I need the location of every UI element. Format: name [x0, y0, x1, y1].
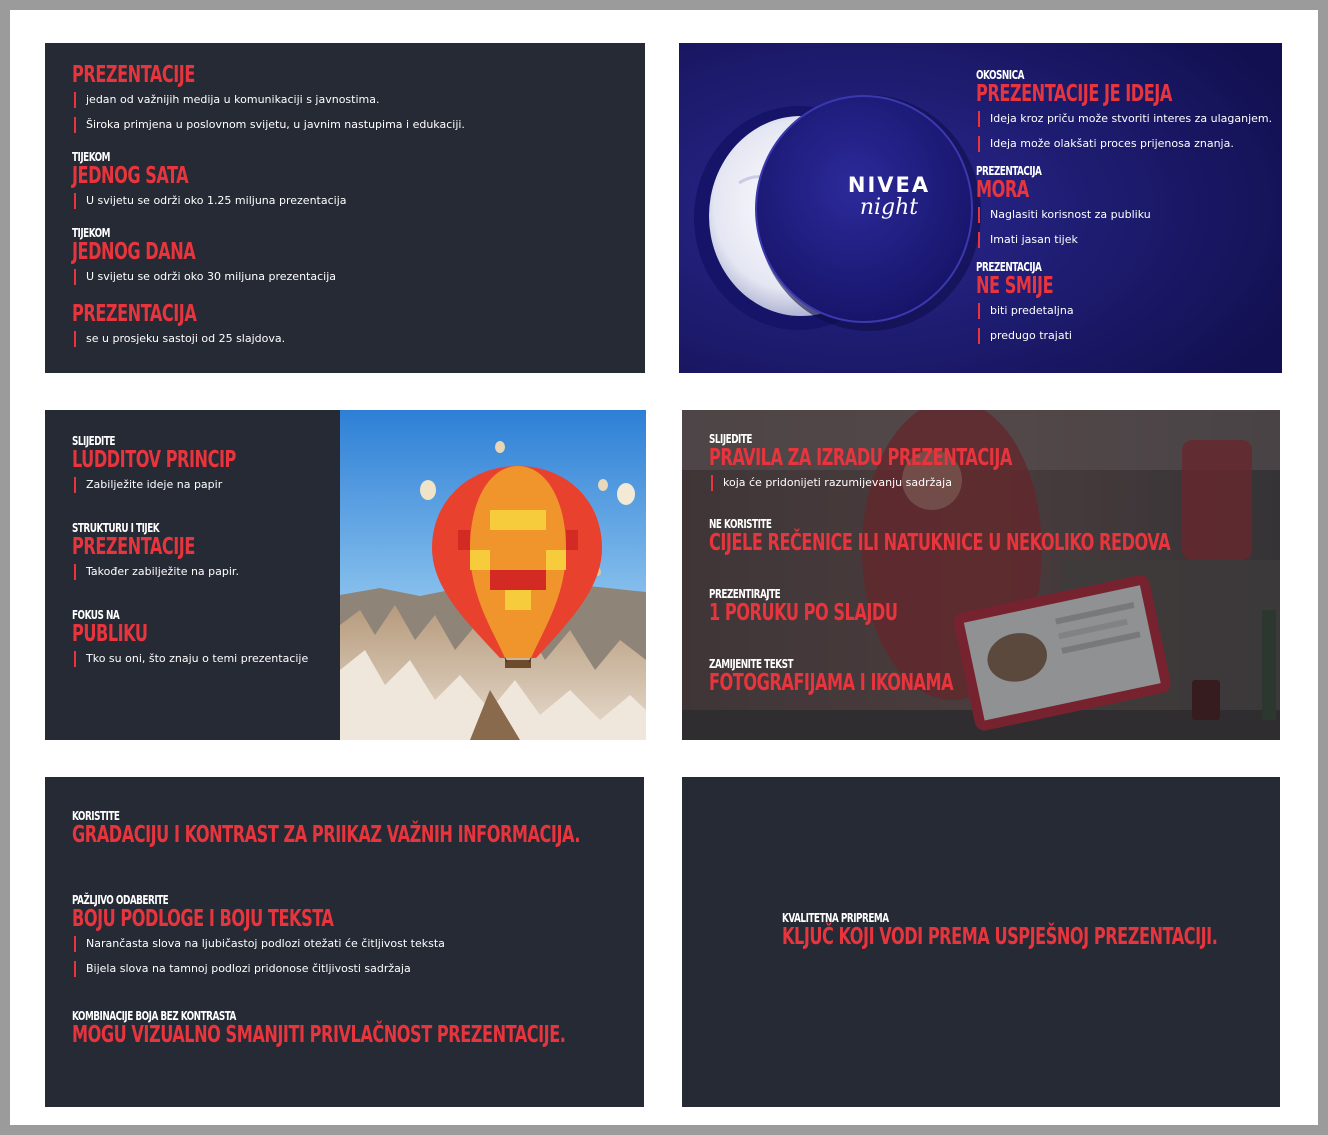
bullet: se u prosjeku sastoji od 25 slajdova.	[74, 331, 635, 347]
eyebrow: SLIJEDITE	[72, 434, 115, 448]
text-group: SLIJEDITE PRAVILA ZA IZRADU PREZENTACIJA…	[709, 432, 1270, 491]
text-group: TIJEKOM JEDNOG DANA U svijetu se održi o…	[72, 226, 635, 285]
bullet: Također zabilježite na papir.	[74, 564, 336, 580]
text-group: PREZENTACIJE jedan od važnijih medija u …	[72, 63, 635, 133]
bullet: Ideja kroz priču može stvoriti interes z…	[978, 111, 1272, 127]
heading: PREZENTACIJE JE IDEJA	[976, 81, 1172, 107]
text-group: KORISTITE GRADACIJU I KONTRAST ZA PRIIKA…	[72, 809, 634, 847]
slide-2[interactable]: NIVEA night OKOSNICA PREZENTACIJE JE IDE…	[679, 43, 1282, 373]
eyebrow: STRUKTURU I TIJEK	[72, 521, 160, 535]
text-group: PREZENTACIJA NE SMIJE biti predetaljna p…	[976, 260, 1272, 344]
text-group: TIJEKOM JEDNOG SATA U svijetu se održi o…	[72, 150, 635, 209]
heading: PUBLIKU	[72, 621, 148, 647]
heading: 1 PORUKU PO SLAJDU	[709, 600, 898, 626]
heading: PREZENTACIJE	[72, 534, 195, 560]
bullet: Zabilježite ideje na papir	[74, 477, 336, 493]
bullet: Tko su oni, što znaju o temi prezentacij…	[74, 651, 336, 667]
eyebrow: PAŽLJIVO ODABERITE	[72, 893, 169, 907]
bullet: U svijetu se održi oko 30 miljuna prezen…	[74, 269, 635, 285]
slide-2-content: OKOSNICA PREZENTACIJE JE IDEJA Ideja kro…	[976, 68, 1272, 361]
heading: NE SMIJE	[976, 273, 1054, 299]
slide-1-content: PREZENTACIJE jedan od važnijih medija u …	[72, 63, 635, 364]
bullet: biti predetaljna	[978, 303, 1272, 319]
heading: LUDDITOV PRINCIP	[72, 447, 236, 473]
eyebrow: FOKUS NA	[72, 608, 120, 622]
text-group: KOMBINACIJE BOJA BEZ KONTRASTA MOGU VIZU…	[72, 1009, 634, 1047]
slide-4-content: SLIJEDITE PRAVILA ZA IZRADU PREZENTACIJA…	[709, 432, 1270, 712]
heading: JEDNOG DANA	[72, 239, 196, 265]
nivea-brand: NIVEA	[847, 173, 931, 197]
heading: JEDNOG SATA	[72, 163, 189, 189]
bullet: predugo trajati	[978, 328, 1272, 344]
bullet: U svijetu se održi oko 1.25 miljuna prez…	[74, 193, 635, 209]
eyebrow: KORISTITE	[72, 809, 120, 823]
text-group: ZAMIJENITE TEKST FOTOGRAFIJAMA I IKONAMA	[709, 657, 1270, 695]
text-group: SLIJEDITE LUDDITOV PRINCIP Zabilježite i…	[72, 434, 336, 493]
bullet: jedan od važnijih medija u komunikaciji …	[74, 92, 635, 108]
slide-sheet: PREZENTACIJE jedan od važnijih medija u …	[10, 10, 1318, 1125]
heading: BOJU PODLOGE I BOJU TEKSTA	[72, 906, 334, 932]
bullet: koja će pridonijeti razumijevanju sadrža…	[711, 475, 1270, 491]
nivea-logo: NIVEA night	[834, 173, 944, 220]
bullet: Bijela slova na tamnoj podlozi pridonose…	[74, 961, 634, 977]
slide-4[interactable]: SLIJEDITE PRAVILA ZA IZRADU PREZENTACIJA…	[682, 410, 1280, 740]
bullet: Imati jasan tijek	[978, 232, 1272, 248]
slide-1[interactable]: PREZENTACIJE jedan od važnijih medija u …	[45, 43, 645, 373]
heading: GRADACIJU I KONTRAST ZA PRIIKAZ VAŽNIH I…	[72, 822, 581, 848]
heading: PREZENTACIJA	[72, 301, 197, 327]
slide-5-content: KORISTITE GRADACIJU I KONTRAST ZA PRIIKA…	[72, 809, 634, 1064]
eyebrow: TIJEKOM	[72, 150, 110, 164]
heading: MOGU VIZUALNO SMANJITI PRIVLAČNOST PREZE…	[72, 1022, 566, 1048]
eyebrow: KVALITETNA PRIPREMA	[782, 911, 889, 925]
slide-3-content: SLIJEDITE LUDDITOV PRINCIP Zabilježite i…	[72, 434, 336, 684]
text-group: PREZENTIRAJTE 1 PORUKU PO SLAJDU	[709, 587, 1270, 625]
eyebrow: PREZENTACIJA	[976, 164, 1042, 178]
text-group: FOKUS NA PUBLIKU Tko su oni, što znaju o…	[72, 608, 336, 667]
eyebrow: KOMBINACIJE BOJA BEZ KONTRASTA	[72, 1009, 236, 1023]
eyebrow: PREZENTIRAJTE	[709, 587, 781, 601]
heading: CIJELE REČENICE ILI NATUKNICE U NEKOLIKO…	[709, 530, 1171, 556]
slide-6[interactable]: KVALITETNA PRIPREMA KLJUČ KOJI VODI PREM…	[682, 777, 1280, 1107]
bullet: Ideja može olakšati proces prijenosa zna…	[978, 136, 1272, 152]
text-group: STRUKTURU I TIJEK PREZENTACIJE Također z…	[72, 521, 336, 580]
eyebrow: NE KORISTITE	[709, 517, 772, 531]
hot-air-balloon-photo	[340, 410, 646, 740]
text-group: KVALITETNA PRIPREMA KLJUČ KOJI VODI PREM…	[782, 911, 1270, 949]
text-group: PREZENTACIJA se u prosjeku sastoji od 25…	[72, 302, 635, 347]
heading: FOTOGRAFIJAMA I IKONAMA	[709, 670, 954, 696]
text-group: PAŽLJIVO ODABERITE BOJU PODLOGE I BOJU T…	[72, 893, 634, 977]
heading: MORA	[976, 177, 1029, 203]
eyebrow: TIJEKOM	[72, 226, 110, 240]
bullet: Narančasta slova na ljubičastoj podlozi …	[74, 936, 634, 952]
text-group: PREZENTACIJA MORA Naglasiti korisnost za…	[976, 164, 1272, 248]
bullet: Široka primjena u poslovnom svijetu, u j…	[74, 117, 635, 133]
eyebrow: ZAMIJENITE TEKST	[709, 657, 794, 671]
eyebrow: SLIJEDITE	[709, 432, 752, 446]
nivea-night: night	[859, 195, 919, 220]
eyebrow: OKOSNICA	[976, 68, 1024, 82]
text-group: OKOSNICA PREZENTACIJE JE IDEJA Ideja kro…	[976, 68, 1272, 152]
heading: PREZENTACIJE	[72, 62, 195, 88]
slide-3[interactable]: SLIJEDITE LUDDITOV PRINCIP Zabilježite i…	[45, 410, 646, 740]
heading: KLJUČ KOJI VODI PREMA USPJEŠNOJ PREZENTA…	[782, 924, 1218, 950]
eyebrow: PREZENTACIJA	[976, 260, 1042, 274]
slide-5[interactable]: KORISTITE GRADACIJU I KONTRAST ZA PRIIKA…	[45, 777, 644, 1107]
text-group: NE KORISTITE CIJELE REČENICE ILI NATUKNI…	[709, 517, 1270, 555]
bullet: Naglasiti korisnost za publiku	[978, 207, 1272, 223]
slide-6-content: KVALITETNA PRIPREMA KLJUČ KOJI VODI PREM…	[782, 911, 1270, 966]
heading: PRAVILA ZA IZRADU PREZENTACIJA	[709, 445, 1012, 471]
